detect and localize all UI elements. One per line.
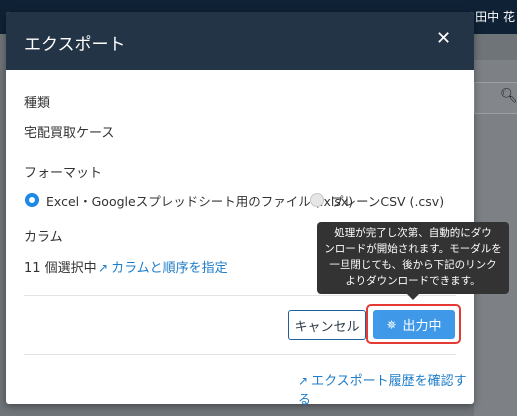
column-label: カラム <box>24 230 63 245</box>
tooltip-line: 処理が完了し次第、自動的にダウ <box>334 227 492 239</box>
search-icon: 🔍︎ <box>500 88 517 104</box>
export-modal: エクスポート ✕ 種類 宅配買取ケース フォーマット Excel・Googleス… <box>6 12 474 408</box>
cancel-button[interactable]: キャンセル <box>288 310 366 340</box>
tooltip-arrow <box>407 294 419 300</box>
output-button[interactable]: ✵ 出力中 <box>373 310 455 339</box>
export-history-link[interactable]: ↗ エクスポート履歴を確認する <box>298 370 474 408</box>
modal-header: エクスポート ✕ <box>6 12 474 70</box>
output-tooltip: 処理が完了し次第、自動的にダウ ンロードが開始されます。モーダルを 一旦閉じても… <box>317 222 509 294</box>
spinner-icon: ✵ <box>386 317 397 332</box>
export-history-link-label: エクスポート履歴を確認する <box>298 374 467 408</box>
tooltip-line: 一旦閉じても、後から下記のリンク <box>329 259 497 271</box>
divider <box>24 354 456 355</box>
tooltip-line: よりダウンロードできます。 <box>345 275 481 287</box>
column-count: 11 個選択中 <box>24 261 97 276</box>
cancel-button-label: キャンセル <box>294 319 360 335</box>
divider <box>24 295 456 296</box>
format-label: フォーマット <box>24 166 103 181</box>
external-link-icon: ↗ <box>298 374 309 388</box>
output-button-label: 出力中 <box>402 319 442 334</box>
column-settings-link-label: カラムと順序を指定 <box>111 261 228 276</box>
external-link-icon: ↗ <box>98 261 109 275</box>
type-value: 宅配買取ケース <box>24 126 115 141</box>
tooltip-line: ンロードが開始されます。モーダルを <box>324 243 502 255</box>
type-label: 種類 <box>24 96 51 111</box>
format-radio-xlsx[interactable] <box>25 193 39 207</box>
format-radio-csv[interactable] <box>310 193 324 207</box>
user-name[interactable]: 田中 花 <box>475 8 515 25</box>
format-option-csv-label[interactable]: プレーンCSV (.csv) <box>331 191 444 210</box>
modal-title: エクスポート <box>24 35 126 55</box>
format-option-xlsx-label[interactable]: Excel・Googleスプレッドシート用のファイル (.xlsx) <box>46 191 353 210</box>
close-icon[interactable]: ✕ <box>436 28 451 49</box>
column-settings-link[interactable]: ↗ カラムと順序を指定 <box>98 257 228 276</box>
